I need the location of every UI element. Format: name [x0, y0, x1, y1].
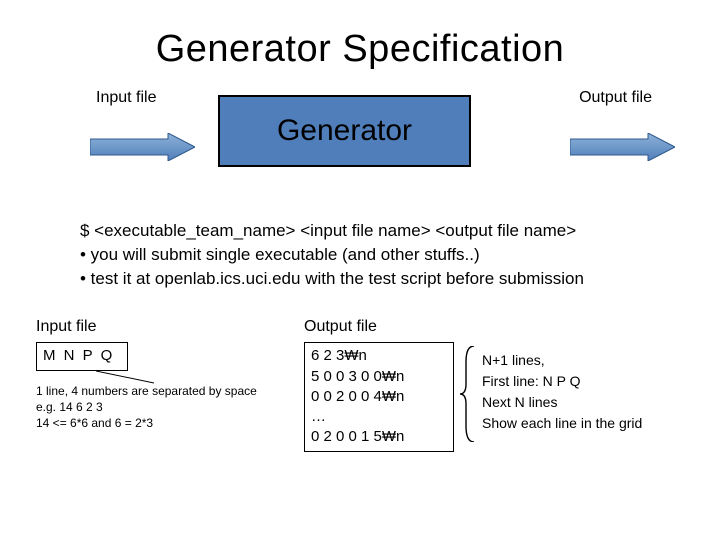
out-l3: 0 0 2 0 0 4₩n [311, 387, 447, 407]
output-desc-3: Next N lines [482, 392, 662, 413]
slide-title: Generator Specification [0, 0, 720, 71]
output-file-label: Output file [579, 89, 652, 107]
input-file-column: Input file M N P Q 1 line, 4 numbers are… [36, 318, 276, 451]
flow-diagram: Input file Output file Generator [0, 89, 720, 199]
note-line-3: • test it at openlab.ics.uci.edu with th… [80, 267, 720, 291]
output-desc-4: Show each line in the grid [482, 413, 662, 434]
out-l2: 5 0 0 3 0 0₩n [311, 367, 447, 387]
input-desc-2: e.g. 14 6 2 3 [36, 399, 276, 415]
out-l1: 6 2 3₩n [311, 346, 447, 366]
out-l4: … [311, 407, 447, 427]
arrow-right-icon [570, 133, 675, 161]
lower-columns: Input file M N P Q 1 line, 4 numbers are… [0, 318, 720, 451]
output-file-column: Output file 6 2 3₩n 5 0 0 3 0 0₩n 0 0 2 … [304, 318, 454, 451]
generator-box: Generator [218, 95, 471, 167]
note-line-1: $ <executable_team_name> <input file nam… [80, 219, 720, 243]
input-file-label: Input file [96, 89, 156, 107]
output-file-heading: Output file [304, 318, 454, 336]
output-desc-1: N+1 lines, [482, 350, 662, 371]
input-desc-1: 1 line, 4 numbers are separated by space [36, 383, 276, 399]
generator-box-label: Generator [277, 114, 412, 148]
brace-icon [460, 346, 480, 442]
out-l5: 0 2 0 0 1 5₩n [311, 427, 447, 447]
output-desc-2: First line: N P Q [482, 371, 662, 392]
arrow-left-icon [90, 133, 195, 161]
input-desc-3: 14 <= 6*6 and 6 = 2*3 [36, 415, 276, 431]
input-file-box: M N P Q [36, 342, 128, 370]
note-line-2: • you will submit single executable (and… [80, 243, 720, 267]
output-desc-column: N+1 lines, First line: N P Q Next N line… [482, 318, 662, 451]
output-desc: N+1 lines, First line: N P Q Next N line… [482, 350, 662, 434]
input-file-heading: Input file [36, 318, 276, 336]
usage-notes: $ <executable_team_name> <input file nam… [80, 219, 720, 290]
input-desc: 1 line, 4 numbers are separated by space… [36, 383, 276, 432]
output-file-box: 6 2 3₩n 5 0 0 3 0 0₩n 0 0 2 0 0 4₩n … 0 … [304, 342, 454, 451]
